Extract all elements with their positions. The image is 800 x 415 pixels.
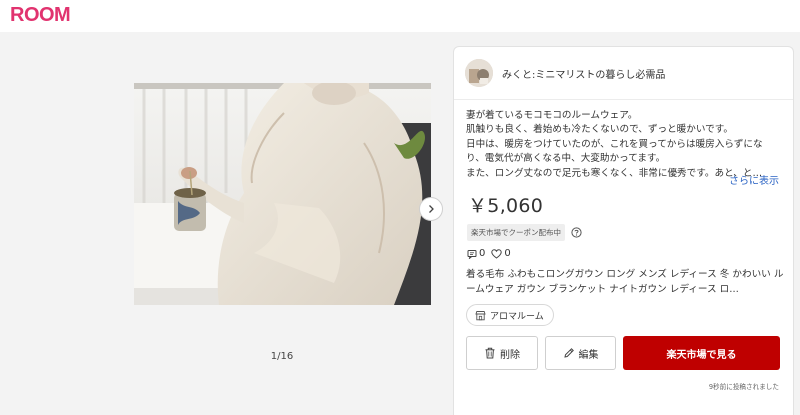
posted-time: 9秒前に投稿されました	[708, 383, 779, 391]
product-photo-image	[134, 83, 431, 305]
description-line: り、電気代が高くなる中、大変助かってます。	[466, 153, 666, 165]
product-photo[interactable]	[134, 83, 431, 305]
delete-label: 削除	[500, 349, 520, 361]
shop-name: アロマルーム	[490, 311, 544, 322]
description-line: 妻が着ているモコモコのルームウェア。	[466, 110, 638, 121]
coupon-row: 楽天市場でクーポン配布中	[467, 224, 582, 241]
item-panel: みくと:ミニマリストの暮らし必需品 妻が着ているモコモコのルームウェア。 肌触り…	[453, 46, 794, 415]
top-bar: ROOM	[0, 0, 800, 32]
coupon-badge: 楽天市場でクーポン配布中	[467, 224, 565, 241]
delete-button[interactable]: 削除	[466, 336, 538, 370]
question-circle-icon	[571, 227, 582, 238]
show-more-link[interactable]: さらに表示	[729, 172, 779, 187]
edit-label: 編集	[578, 349, 599, 361]
user-name[interactable]: みくと:ミニマリストの暮らし必需品	[502, 66, 665, 81]
help-icon[interactable]	[571, 227, 582, 238]
shop-chip[interactable]: アロマルーム	[466, 304, 554, 326]
pencil-icon	[563, 348, 574, 358]
stats-row: 0 0	[467, 248, 517, 259]
image-counter: 1/16	[270, 351, 294, 362]
shop-icon	[475, 310, 486, 320]
description-line: 肌触りも良く、着始めも冷たくないので、ずっと暖かいです。	[466, 124, 733, 136]
heart-icon[interactable]	[491, 248, 503, 259]
avatar[interactable]	[465, 59, 493, 87]
comment-count: 0	[479, 248, 486, 259]
trash-icon	[485, 347, 495, 359]
price: ￥5,060	[468, 195, 544, 217]
chevron-right-icon	[429, 205, 434, 213]
item-title[interactable]: 着る毛布 ふわもこロングガウン ロング メンズ レディース 冬 かわいい ルーム…	[466, 268, 784, 297]
comment-icon[interactable]	[467, 249, 477, 259]
view-on-rakuten-button[interactable]: 楽天市場で見る	[623, 336, 780, 370]
edit-button[interactable]: 編集	[545, 336, 616, 370]
avatar-image	[465, 59, 493, 87]
item-description: 妻が着ているモコモコのルームウェア。 肌触りも良く、着始めも冷たくないので、ずっ…	[466, 109, 784, 181]
next-image-button[interactable]	[419, 197, 443, 221]
like-count: 0	[504, 248, 511, 259]
room-logo[interactable]: ROOM	[10, 4, 71, 27]
description-line: 日中は、暖房をつけていたのが、これを買ってからは暖房入らずにな	[466, 138, 763, 150]
user-row[interactable]: みくと:ミニマリストの暮らし必需品	[454, 47, 793, 100]
